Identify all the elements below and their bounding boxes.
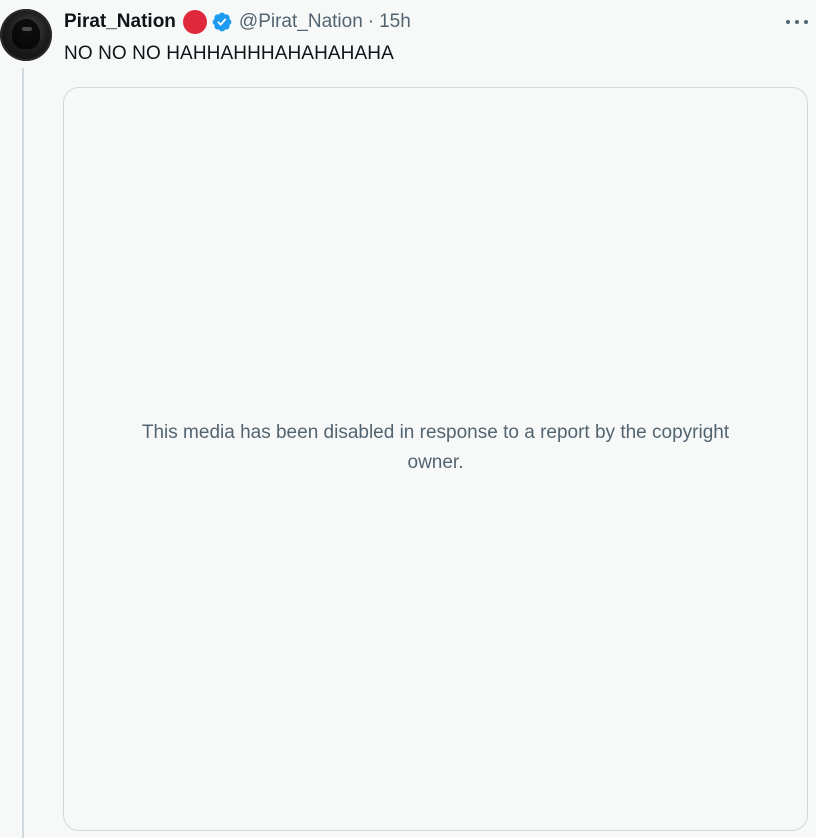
media-disabled-notice: This media has been disabled in response…	[141, 422, 730, 473]
verified-badge-icon[interactable]	[211, 11, 233, 33]
red-circle-badge-icon	[182, 10, 207, 34]
thread-connector-line	[22, 68, 24, 838]
header-separator: ·	[367, 11, 375, 32]
tweet-text: NO NO NO HAHHAHHHAHAHAHAHA	[64, 43, 394, 64]
tweet-timestamp[interactable]: 15h	[379, 11, 411, 33]
more-dot	[795, 20, 799, 24]
display-name[interactable]: Pirat_Nation	[64, 11, 176, 33]
tweet-header: Pirat_Nation @Pirat_Nation · 15h	[64, 10, 411, 34]
avatar-glint-shape	[22, 27, 32, 31]
user-handle[interactable]: @Pirat_Nation	[239, 11, 363, 33]
more-options-icon[interactable]	[786, 12, 808, 32]
more-dot	[786, 20, 790, 24]
avatar[interactable]	[0, 9, 52, 61]
more-dot	[804, 20, 808, 24]
disabled-media-container[interactable]: This media has been disabled in response…	[63, 87, 808, 831]
avatar-hood-shape	[12, 19, 40, 49]
